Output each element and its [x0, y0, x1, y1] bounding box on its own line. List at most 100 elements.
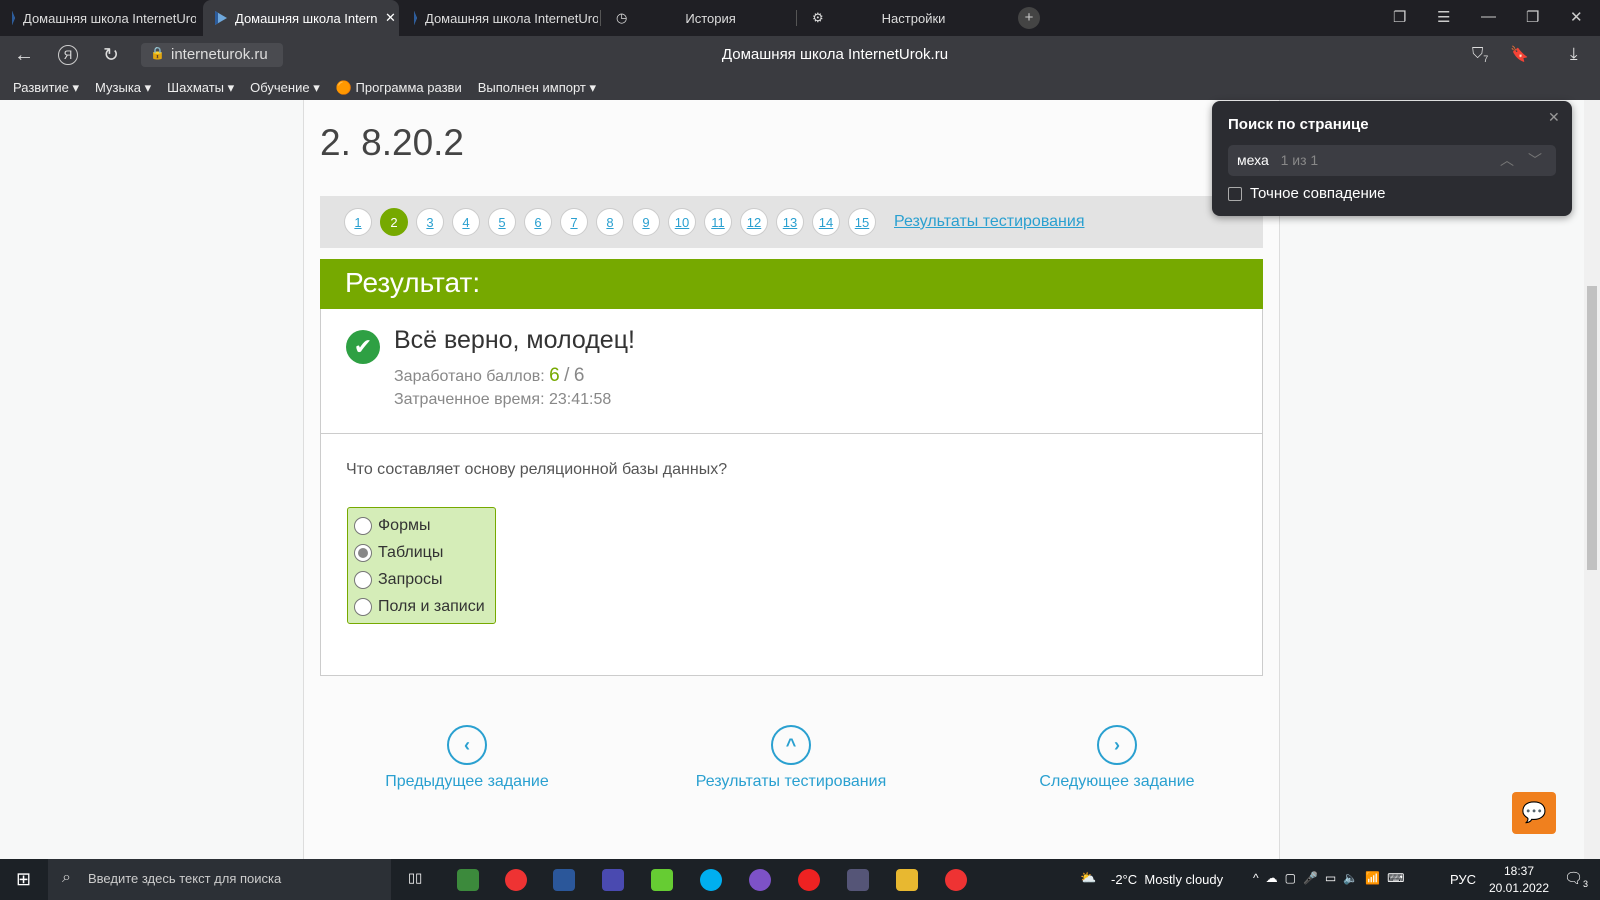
page-14[interactable]: 14: [812, 208, 840, 236]
tabs-manager-icon[interactable]: ❐: [1393, 8, 1406, 26]
search-icon: ⌕: [62, 869, 71, 886]
bookmark-icon[interactable]: 🔖: [1510, 45, 1529, 63]
viber-icon[interactable]: [749, 869, 771, 891]
radio-button[interactable]: [354, 597, 372, 616]
task-title: 2. 8.20.2: [320, 122, 465, 163]
exact-match-checkbox[interactable]: Точное совпадение: [1228, 185, 1386, 202]
tab-settings[interactable]: ⚙ Настройки: [800, 0, 990, 36]
answer-option[interactable]: Запросы: [354, 566, 489, 593]
page-10[interactable]: 10: [668, 208, 696, 236]
bookmark-obuchenie[interactable]: Обучение ▾: [250, 80, 320, 96]
page-15[interactable]: 15: [848, 208, 876, 236]
calculator-icon[interactable]: [847, 869, 869, 891]
find-panel: Поиск по странице ✕ меха 1 из 1 ︿ ﹀ Точн…: [1212, 101, 1572, 216]
bookmark-muzyka[interactable]: Музыка ▾: [95, 80, 151, 96]
tab-1[interactable]: Домашняя школа InternetUrok.ru: [0, 0, 196, 36]
answer-option[interactable]: Поля и записи: [354, 593, 489, 620]
bookmark-razvitie[interactable]: Развитие ▾: [13, 80, 79, 96]
site-favicon-icon: [414, 11, 417, 25]
download-icon[interactable]: ⤓: [1570, 44, 1578, 64]
answer-options: Формы Таблицы Запросы Поля и записи: [347, 507, 496, 624]
chevron-up-icon[interactable]: ︿: [1500, 150, 1514, 170]
close-tab-icon[interactable]: ✕: [385, 10, 396, 26]
windows-start-icon[interactable]: ⊞: [16, 869, 31, 890]
save-app-icon[interactable]: [602, 869, 624, 891]
notifications-icon[interactable]: 🗨3: [1564, 869, 1588, 889]
chevron-left-icon: ‹: [447, 725, 487, 765]
radio-button-checked[interactable]: [354, 543, 372, 562]
close-window-icon[interactable]: ✕: [1570, 8, 1583, 26]
results-button[interactable]: ^ Результаты тестирования: [681, 725, 901, 791]
opera-icon[interactable]: [798, 869, 820, 891]
language-indicator[interactable]: РУС: [1450, 872, 1476, 887]
address-bar: ← Я ↻ 🔒 interneturok.ru Домашняя школа In…: [0, 36, 1600, 75]
bookmark-programma[interactable]: 🟠 Программа разви: [336, 80, 462, 96]
page-9[interactable]: 9: [632, 208, 660, 236]
tab-3[interactable]: Домашняя школа InternetUrok.ru: [402, 0, 598, 36]
time-spent: Затраченное время: 23:41:58: [394, 391, 612, 408]
tab-history[interactable]: ◷ История: [604, 0, 794, 36]
page-2-current[interactable]: 2: [380, 208, 408, 236]
bookmark-shakhmaty[interactable]: Шахматы ▾: [167, 80, 234, 96]
result-header: Результат:: [320, 259, 1263, 309]
scrollbar[interactable]: [1584, 100, 1600, 859]
menu-icon[interactable]: ☰: [1437, 8, 1450, 26]
file-explorer-icon[interactable]: [896, 869, 918, 891]
question-text: Что составляет основу реляционной базы д…: [346, 461, 728, 478]
verdict: Всё верно, молодец!: [394, 326, 635, 354]
tab-bar: Домашняя школа InternetUrok.ru Домашняя …: [0, 0, 1600, 36]
page-7[interactable]: 7: [560, 208, 588, 236]
find-title: Поиск по странице: [1228, 116, 1369, 133]
yandex-browser-icon[interactable]: [505, 869, 527, 891]
page-8[interactable]: 8: [596, 208, 624, 236]
prev-task-button[interactable]: ‹ Предыдущее задание: [367, 725, 567, 791]
radio-button[interactable]: [354, 570, 372, 589]
page-13[interactable]: 13: [776, 208, 804, 236]
skype-icon[interactable]: [700, 869, 722, 891]
bookmark-import[interactable]: Выполнен импорт ▾: [478, 80, 596, 96]
results-link[interactable]: Результаты тестирования: [894, 213, 1084, 231]
task-pagination: 1 2 3 4 5 6 7 8 9 10 11 12 13 14 15 Резу…: [320, 196, 1263, 248]
next-task-button[interactable]: › Следующее задание: [1017, 725, 1217, 791]
answer-option-selected[interactable]: Таблицы: [354, 539, 489, 566]
tray-icons[interactable]: ^☁▢🎤▭🔈📶⌨: [1253, 871, 1411, 885]
minimize-icon[interactable]: —: [1481, 8, 1496, 25]
page-5[interactable]: 5: [488, 208, 516, 236]
taskbar-search[interactable]: ⌕ Введите здесь текст для поиска: [48, 859, 391, 900]
page-12[interactable]: 12: [740, 208, 768, 236]
page-4[interactable]: 4: [452, 208, 480, 236]
chevron-up-icon: ^: [771, 725, 811, 765]
find-input[interactable]: меха 1 из 1 ︿ ﹀: [1228, 145, 1556, 176]
site-favicon-icon: [215, 11, 227, 25]
site-favicon-icon: [12, 11, 15, 25]
page-3[interactable]: 3: [416, 208, 444, 236]
new-tab-button[interactable]: +: [1018, 7, 1040, 29]
scrollbar-thumb[interactable]: [1587, 286, 1597, 570]
bookmarks-bar: Развитие ▾ Музыка ▾ Шахматы ▾ Обучение ▾…: [0, 75, 1600, 100]
score: Заработано баллов: 6 / 6: [394, 365, 585, 386]
word-icon[interactable]: [553, 869, 575, 891]
restore-icon[interactable]: ❐: [1526, 8, 1539, 26]
answer-option[interactable]: Формы: [354, 512, 489, 539]
taskbar: ⊞ ⌕ Введите здесь текст для поиска ▯▯ ⛅ -…: [0, 859, 1600, 900]
page-11[interactable]: 11: [704, 208, 732, 236]
divider: [321, 433, 1262, 434]
close-icon[interactable]: ✕: [1548, 109, 1560, 126]
protect-icon[interactable]: ⛉7: [1472, 45, 1488, 64]
tab-2-active[interactable]: Домашняя школа InternetUrok.ru✕: [203, 0, 399, 36]
weather-icon[interactable]: ⛅: [1080, 870, 1096, 886]
page-1[interactable]: 1: [344, 208, 372, 236]
page-title-display: Домашняя школа InternetUrok.ru: [721, 46, 949, 63]
chevron-down-icon[interactable]: ﹀: [1528, 150, 1542, 170]
chrome-icon[interactable]: [457, 869, 479, 891]
page-6[interactable]: 6: [524, 208, 552, 236]
chat-button[interactable]: 💬: [1512, 792, 1556, 834]
task-view-icon[interactable]: ▯▯: [408, 870, 422, 886]
notepad-icon[interactable]: [651, 869, 673, 891]
check-icon: ✔: [346, 330, 380, 364]
clock[interactable]: 18:37 20.01.2022: [1484, 863, 1554, 897]
match-count: 1 из 1: [1280, 152, 1319, 168]
yandex-icon[interactable]: [945, 869, 967, 891]
weather[interactable]: -2°C Mostly cloudy: [1111, 872, 1223, 887]
radio-button[interactable]: [354, 516, 372, 535]
